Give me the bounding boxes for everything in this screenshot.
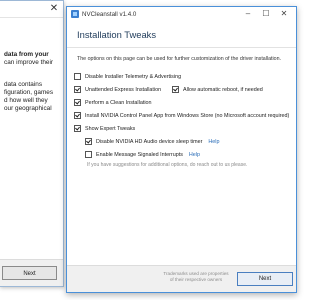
option-label: Disable Installer Telemetry & Advertisin… — [85, 74, 182, 80]
trademark-notice: Trademarks used are properties of their … — [163, 271, 229, 282]
option-control-panel-app[interactable]: Install NVIDIA Control Panel App from Wi… — [74, 111, 290, 120]
close-icon[interactable]: ✕ — [49, 4, 59, 14]
page-title: Installation Tweaks — [77, 29, 157, 40]
option-label: Disable NVIDIA HD Audio device sleep tim… — [96, 139, 203, 145]
option-msi-interrupts[interactable]: Enable Message Signaled Interrupts Help — [85, 150, 200, 159]
installer-window: NVCleanstall v1.4.0 – ☐ ✕ Installation T… — [66, 6, 297, 293]
hd-audio-checkbox[interactable] — [85, 137, 92, 145]
reboot-checkbox[interactable] — [172, 85, 179, 93]
option-unattended-install[interactable]: Unattended Express Installation — [74, 85, 162, 94]
background-window-titlebar: ✕ — [0, 1, 63, 18]
page-description: The options on this page can be used for… — [77, 56, 282, 62]
option-auto-reboot[interactable]: Allow automatic reboot, if needed — [172, 85, 263, 94]
close-icon[interactable]: ✕ — [278, 9, 290, 19]
background-text-line: figuration, games — [4, 89, 54, 96]
divider — [67, 47, 296, 48]
telemetry-checkbox[interactable] — [74, 72, 81, 80]
background-text-line: data from your — [4, 51, 49, 58]
window-title: NVCleanstall v1.4.0 — [82, 11, 137, 18]
option-label: Unattended Express Installation — [85, 87, 162, 93]
app-icon — [71, 10, 79, 18]
maximize-icon[interactable]: ☐ — [260, 9, 272, 19]
window-footer: Trademarks used are properties of their … — [67, 265, 296, 292]
msi-checkbox[interactable] — [85, 150, 92, 158]
background-text-line: d how well they — [4, 97, 48, 104]
background-next-button[interactable]: Next — [2, 266, 57, 280]
option-disable-telemetry[interactable]: Disable Installer Telemetry & Advertisin… — [74, 72, 182, 81]
option-label: Enable Message Signaled Interrupts — [96, 152, 183, 158]
option-label: Show Expert Tweaks — [85, 126, 136, 132]
control-panel-checkbox[interactable] — [74, 111, 81, 119]
option-label: Perform a Clean Installation — [85, 100, 152, 106]
background-text-line: our geographical — [4, 105, 52, 112]
background-text-line: can improve their — [4, 59, 54, 66]
background-text-line: data contains — [4, 81, 43, 88]
next-button[interactable]: Next — [237, 272, 293, 286]
background-window: ✕ data from your can improve their data … — [0, 0, 64, 287]
expert-tweaks-checkbox[interactable] — [74, 124, 81, 132]
option-hd-audio-sleep-timer[interactable]: Disable NVIDIA HD Audio device sleep tim… — [85, 137, 219, 146]
option-label: Allow automatic reboot, if needed — [183, 87, 263, 93]
option-label: Install NVIDIA Control Panel App from Wi… — [85, 113, 290, 119]
help-link[interactable]: Help — [189, 152, 200, 158]
option-clean-install[interactable]: Perform a Clean Installation — [74, 98, 152, 107]
background-footer: Next — [0, 259, 63, 286]
minimize-icon[interactable]: – — [242, 9, 254, 19]
help-link[interactable]: Help — [208, 139, 219, 145]
clean-install-checkbox[interactable] — [74, 98, 81, 106]
unattended-checkbox[interactable] — [74, 85, 81, 93]
suggestion-hint: If you have suggestions for additional o… — [87, 162, 248, 168]
window-titlebar: NVCleanstall v1.4.0 – ☐ ✕ — [67, 7, 296, 22]
option-expert-tweaks[interactable]: Show Expert Tweaks — [74, 124, 136, 133]
